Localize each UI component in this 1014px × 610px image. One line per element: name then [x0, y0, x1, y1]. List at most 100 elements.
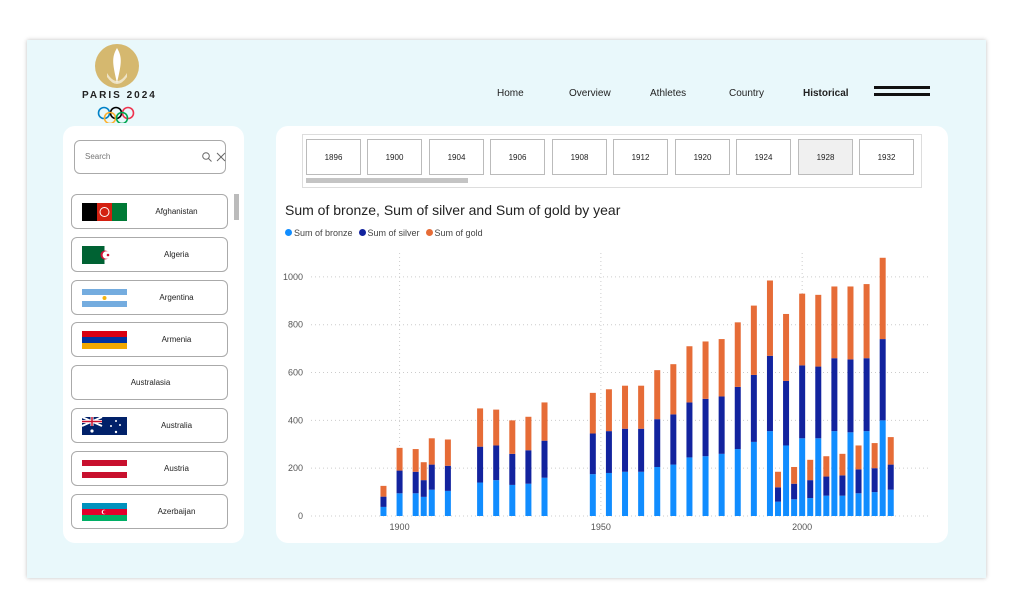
bar-segment-gold	[750, 305, 757, 375]
year-button[interactable]: 1908	[552, 139, 607, 175]
country-item-afghanistan[interactable]: Afghanistan	[71, 194, 228, 229]
bar-segment-bronze	[879, 420, 886, 516]
year-button[interactable]: 1924	[736, 139, 791, 175]
country-item-australasia[interactable]: Australasia	[71, 365, 228, 400]
bar-segment-gold	[734, 322, 741, 387]
chart-legend: Sum of bronze Sum of silver Sum of gold	[285, 228, 483, 238]
year-button[interactable]: 1912	[613, 139, 668, 175]
bar-segment-silver	[734, 386, 741, 450]
clear-icon[interactable]	[215, 150, 227, 164]
bar-segment-silver	[718, 396, 725, 454]
bar-segment-bronze	[783, 445, 790, 516]
algeria-flag-icon	[82, 246, 127, 264]
nav-historical[interactable]: Historical	[803, 88, 849, 99]
bar-segment-silver	[605, 431, 612, 473]
bar-segment-bronze	[622, 471, 629, 516]
year-button[interactable]: 1920	[675, 139, 730, 175]
legend-item-silver: Sum of silver	[358, 228, 420, 238]
nav-overview[interactable]: Overview	[569, 88, 611, 99]
country-item-algeria[interactable]: Algeria	[71, 237, 228, 272]
bar-segment-gold	[605, 389, 612, 432]
bar-segment-bronze	[807, 498, 814, 516]
bar-segment-gold	[412, 449, 419, 472]
year-button[interactable]: 1896	[306, 139, 361, 175]
argentina-flag-icon	[82, 289, 127, 307]
bar-segment-silver	[775, 487, 782, 502]
year-slicer: 1896 1900 1904 1906 1908 1912 1920 1924 …	[302, 134, 922, 188]
bar-segment-gold	[477, 408, 484, 447]
bar-segment-gold	[815, 294, 822, 367]
bar-segment-gold	[622, 385, 629, 429]
country-label: Argentina	[159, 293, 194, 302]
search-icon[interactable]	[201, 150, 213, 164]
year-slicer-scrollbar[interactable]	[306, 178, 468, 183]
year-button[interactable]: 1906	[490, 139, 545, 175]
bar-segment-bronze	[815, 438, 822, 516]
nav-home[interactable]: Home	[497, 88, 524, 99]
bar-segment-silver	[766, 355, 773, 432]
y-tick-label: 400	[288, 415, 303, 425]
bar-segment-silver	[428, 464, 435, 490]
bar-segment-silver	[855, 469, 862, 494]
bar-segment-bronze	[871, 492, 878, 516]
afghanistan-flag-icon	[82, 203, 127, 221]
bar-segment-silver	[871, 468, 878, 493]
bar-segment-bronze	[775, 501, 782, 516]
bar-segment-bronze	[428, 489, 435, 516]
bar-segment-gold	[799, 293, 806, 366]
bar-segment-silver	[654, 419, 661, 467]
year-button[interactable]: 1904	[429, 139, 484, 175]
bar-segment-gold	[855, 445, 862, 470]
nav-athletes[interactable]: Athletes	[650, 88, 686, 99]
nav-country[interactable]: Country	[729, 88, 764, 99]
country-item-azerbaijan[interactable]: Azerbaijan	[71, 494, 228, 529]
country-list-scrollbar[interactable]	[234, 194, 239, 220]
country-item-austria[interactable]: Austria	[71, 451, 228, 486]
search-box[interactable]	[74, 140, 226, 174]
country-slicer-panel: Afghanistan Algeria Argentina Armenia Au…	[63, 126, 244, 543]
country-label: Australia	[160, 421, 193, 430]
bar-segment-silver	[823, 476, 830, 496]
legend-item-gold: Sum of gold	[425, 228, 483, 238]
bar-segment-silver	[420, 480, 427, 497]
menu-icon[interactable]	[874, 86, 930, 100]
bar-segment-silver	[807, 480, 814, 499]
y-tick-label: 800	[288, 320, 303, 330]
bar-segment-silver	[396, 470, 403, 494]
legend-label: Sum of bronze	[294, 228, 353, 238]
bar-segment-bronze	[412, 493, 419, 516]
bar-segment-bronze	[477, 482, 484, 516]
bar-segment-silver	[622, 428, 629, 472]
search-input[interactable]	[83, 151, 187, 162]
legend-label: Sum of silver	[367, 228, 420, 238]
bar-segment-silver	[380, 496, 387, 507]
bar-segment-bronze	[855, 493, 862, 516]
bar-segment-gold	[493, 409, 500, 446]
bar-segment-bronze	[847, 432, 854, 516]
bar-segment-silver	[783, 380, 790, 446]
bar-segment-bronze	[493, 480, 500, 516]
bar-segment-gold	[823, 456, 830, 477]
bar-segment-gold	[654, 370, 661, 420]
bar-segment-bronze	[750, 441, 757, 516]
bar-segment-bronze	[799, 438, 806, 516]
country-item-armenia[interactable]: Armenia	[71, 322, 228, 357]
bar-segment-bronze	[670, 464, 677, 516]
year-button[interactable]: 1932	[859, 139, 914, 175]
bar-segment-gold	[541, 402, 548, 441]
x-tick-label: 1900	[390, 522, 410, 532]
bar-segment-silver	[477, 446, 484, 483]
country-label: Australasia	[130, 378, 171, 387]
bar-segment-bronze	[654, 466, 661, 516]
bar-segment-gold	[420, 462, 427, 481]
bar-segment-silver	[847, 359, 854, 433]
bar-segment-gold	[783, 313, 790, 381]
bar-segment-bronze	[509, 484, 516, 516]
bar-segment-silver	[493, 445, 500, 481]
country-item-australia[interactable]: Australia	[71, 408, 228, 443]
year-button-selected[interactable]: 1928	[798, 139, 853, 175]
country-item-argentina[interactable]: Argentina	[71, 280, 228, 315]
logo-text: PARIS 2024	[82, 90, 157, 101]
bar-segment-bronze	[718, 453, 725, 516]
year-button[interactable]: 1900	[367, 139, 422, 175]
